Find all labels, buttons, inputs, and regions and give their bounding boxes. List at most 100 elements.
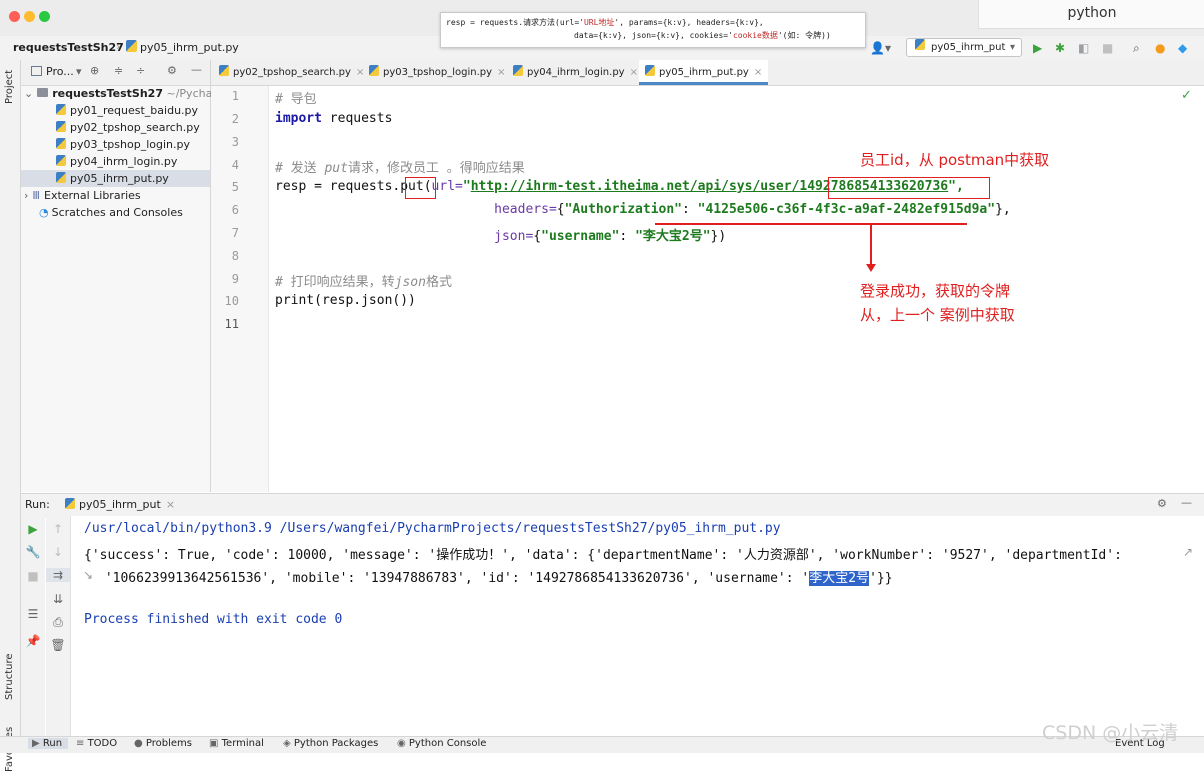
stop-icon[interactable]: ■ xyxy=(21,569,45,583)
bottom-tool-bar: ▶ Run ≡ TODO ● Problems ▣ Terminal ◈ Pyt… xyxy=(0,736,1204,753)
run-panel-header: Run: py05_ihrm_put × ⚙ — xyxy=(21,493,1204,517)
python-file-icon xyxy=(369,65,379,76)
tab-py05-active[interactable]: py05_ihrm_put.py × xyxy=(639,60,769,85)
down-arrow-icon[interactable]: ↓ xyxy=(46,545,70,559)
pin-icon[interactable]: 📌 xyxy=(21,634,45,648)
line-number: 4 xyxy=(231,158,239,172)
watermark: CSDN @小云清 xyxy=(1042,722,1179,744)
tree-file[interactable]: py04_ihrm_login.py xyxy=(56,153,177,170)
id-highlight-box xyxy=(828,177,990,199)
chevron-right-icon: › xyxy=(24,189,29,202)
run-icon[interactable]: ▶ xyxy=(1033,41,1042,55)
run-tool-button[interactable]: ▶ Run xyxy=(28,738,69,749)
search-icon[interactable]: ⌕ xyxy=(1133,41,1140,55)
signature-tooltip: resp = requests.请求方法(url='URL地址', params… xyxy=(440,12,866,48)
python-packages-tool-button[interactable]: ◈ Python Packages xyxy=(283,738,378,749)
left-tool-strip: Project Structure Favorites xyxy=(0,60,21,772)
python-file-icon xyxy=(513,65,523,76)
run-tab[interactable]: py05_ihrm_put × xyxy=(65,498,175,511)
wrap-icon: ↘ xyxy=(83,568,94,582)
minimize-window-button[interactable] xyxy=(24,11,35,22)
todo-tool-button[interactable]: ≡ TODO xyxy=(76,738,117,749)
breadcrumb-separator-icon: › xyxy=(116,40,121,53)
arrow-line xyxy=(870,225,872,267)
line-number: 9 xyxy=(231,272,239,286)
tree-file[interactable]: py02_tpshop_search.py xyxy=(56,119,200,136)
close-icon[interactable]: × xyxy=(356,67,364,78)
user-icon[interactable]: 👤▾ xyxy=(870,41,891,55)
project-tool-button[interactable]: Project xyxy=(4,70,15,104)
run-label: Run: xyxy=(25,498,50,511)
python-console-tool-button[interactable]: ◉ Python Console xyxy=(397,738,486,749)
selected-text: 李大宝2号 xyxy=(809,571,870,586)
tree-root[interactable]: ⌄ requestsTestSh27 ~/Pychar xyxy=(24,85,217,102)
terminal-tool-button[interactable]: ▣ Terminal xyxy=(209,738,264,749)
python-file-icon xyxy=(126,40,137,52)
layout-icon[interactable]: ☰ xyxy=(21,607,45,621)
rerun-icon[interactable]: ▶ xyxy=(21,522,45,536)
jetbrains-icon[interactable]: ◆ xyxy=(1178,41,1187,55)
chevron-down-icon: ▾ xyxy=(1009,42,1015,53)
arrow-head-icon xyxy=(866,264,876,272)
target-icon[interactable]: ⊕ xyxy=(90,64,99,77)
close-icon[interactable]: × xyxy=(754,67,762,78)
python-file-icon xyxy=(56,138,66,149)
close-icon[interactable]: × xyxy=(166,498,175,511)
close-window-button[interactable] xyxy=(9,11,20,22)
scroll-to-end-icon[interactable]: ⇊ xyxy=(46,592,70,606)
hide-icon[interactable]: — xyxy=(191,63,202,76)
line-number: 3 xyxy=(231,135,239,149)
project-view-select[interactable]: Pro... xyxy=(46,65,74,78)
expand-all-icon[interactable]: ≑ xyxy=(114,64,123,77)
check-icon: ✓ xyxy=(1181,88,1192,103)
tree-file-selected[interactable]: py05_ihrm_put.py xyxy=(21,170,210,187)
code-line: import requests xyxy=(275,111,393,126)
tree-file[interactable]: py03_tpshop_login.py xyxy=(56,136,190,153)
line-number: 1 xyxy=(231,89,239,103)
stop-icon[interactable]: ■ xyxy=(1102,41,1113,55)
run-console[interactable]: /usr/local/bin/python3.9 /Users/wangfei/… xyxy=(71,516,1204,736)
collapse-all-icon[interactable]: ÷ xyxy=(136,64,145,77)
coverage-icon[interactable]: ◧ xyxy=(1078,41,1089,55)
tab-py04[interactable]: py04_ihrm_login.py × xyxy=(513,60,638,85)
update-icon[interactable]: ● xyxy=(1155,41,1165,55)
print-icon[interactable]: ⎙ xyxy=(46,615,70,630)
python-tab[interactable]: python xyxy=(978,0,1204,29)
project-panel-header: Pro... ▾ ⊕ ≑ ÷ ⚙ — xyxy=(21,60,210,86)
put-highlight-box xyxy=(405,177,436,199)
soft-wrap-icon[interactable]: ⇉ xyxy=(46,568,70,582)
wrench-icon[interactable]: 🔧 xyxy=(21,545,45,559)
up-arrow-icon[interactable]: ↑ xyxy=(46,522,70,536)
tree-file[interactable]: py01_request_baidu.py xyxy=(56,102,198,119)
employee-id-annotation: 员工id，从 postman中获取 xyxy=(860,151,1050,169)
token-annotation-line2: 从，上一个 案例中获取 xyxy=(860,306,1015,324)
hide-icon[interactable]: — xyxy=(1181,496,1192,509)
token-annotation-line1: 登录成功，获取的令牌 xyxy=(860,282,1011,300)
close-icon[interactable]: × xyxy=(497,67,505,78)
line-number: 2 xyxy=(231,112,239,126)
gear-icon[interactable]: ⚙ xyxy=(1157,497,1167,510)
trash-icon[interactable]: 🗑 xyxy=(46,638,70,652)
gear-icon[interactable]: ⚙ xyxy=(167,64,177,77)
project-panel: Pro... ▾ ⊕ ≑ ÷ ⚙ — ⌄ requestsTestSh27 ~/P… xyxy=(21,60,217,492)
tree-scratches[interactable]: ◔ Scratches and Consoles xyxy=(39,204,183,221)
tab-py02[interactable]: py02_tpshop_search.py × xyxy=(219,60,364,85)
tree-external-libraries[interactable]: › Ⅲ External Libraries xyxy=(24,187,141,204)
library-icon: Ⅲ xyxy=(32,189,40,202)
problems-tool-button[interactable]: ● Problems xyxy=(134,738,192,749)
run-configuration-select[interactable]: py05_ihrm_put ▾ xyxy=(906,38,1022,57)
python-file-icon xyxy=(219,65,229,76)
console-output-line: {'success': True, 'code': 10000, 'messag… xyxy=(84,548,1122,563)
chevron-down-icon: ▾ xyxy=(76,65,82,78)
breadcrumb-file[interactable]: py05_ihrm_put.py xyxy=(140,41,239,54)
maximize-window-button[interactable] xyxy=(39,11,50,22)
close-icon[interactable]: × xyxy=(630,67,638,78)
breadcrumb-project[interactable]: requestsTestSh27 xyxy=(13,41,124,54)
debug-icon[interactable]: ✱ xyxy=(1055,41,1065,55)
code-editor[interactable]: ✓ # 导包 import requests # 发送 put请求，修改员工 。… xyxy=(269,86,1204,492)
code-line: # 打印响应结果，转json格式 xyxy=(275,275,452,290)
structure-tool-button[interactable]: Structure xyxy=(4,653,15,700)
line-number: 6 xyxy=(231,203,239,217)
tab-py03[interactable]: py03_tpshop_login.py × xyxy=(369,60,505,85)
folder-icon xyxy=(37,88,49,97)
